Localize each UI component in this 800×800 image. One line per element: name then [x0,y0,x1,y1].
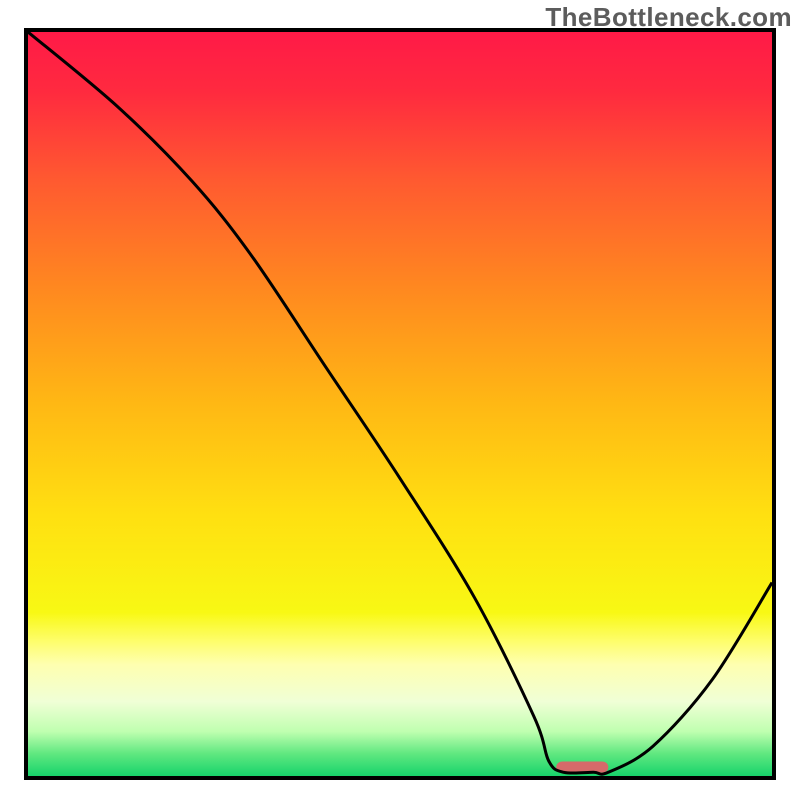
chart-svg [28,32,772,776]
plot-area [24,28,776,780]
chart-frame: TheBottleneck.com [0,0,800,800]
gradient-background [28,32,772,776]
